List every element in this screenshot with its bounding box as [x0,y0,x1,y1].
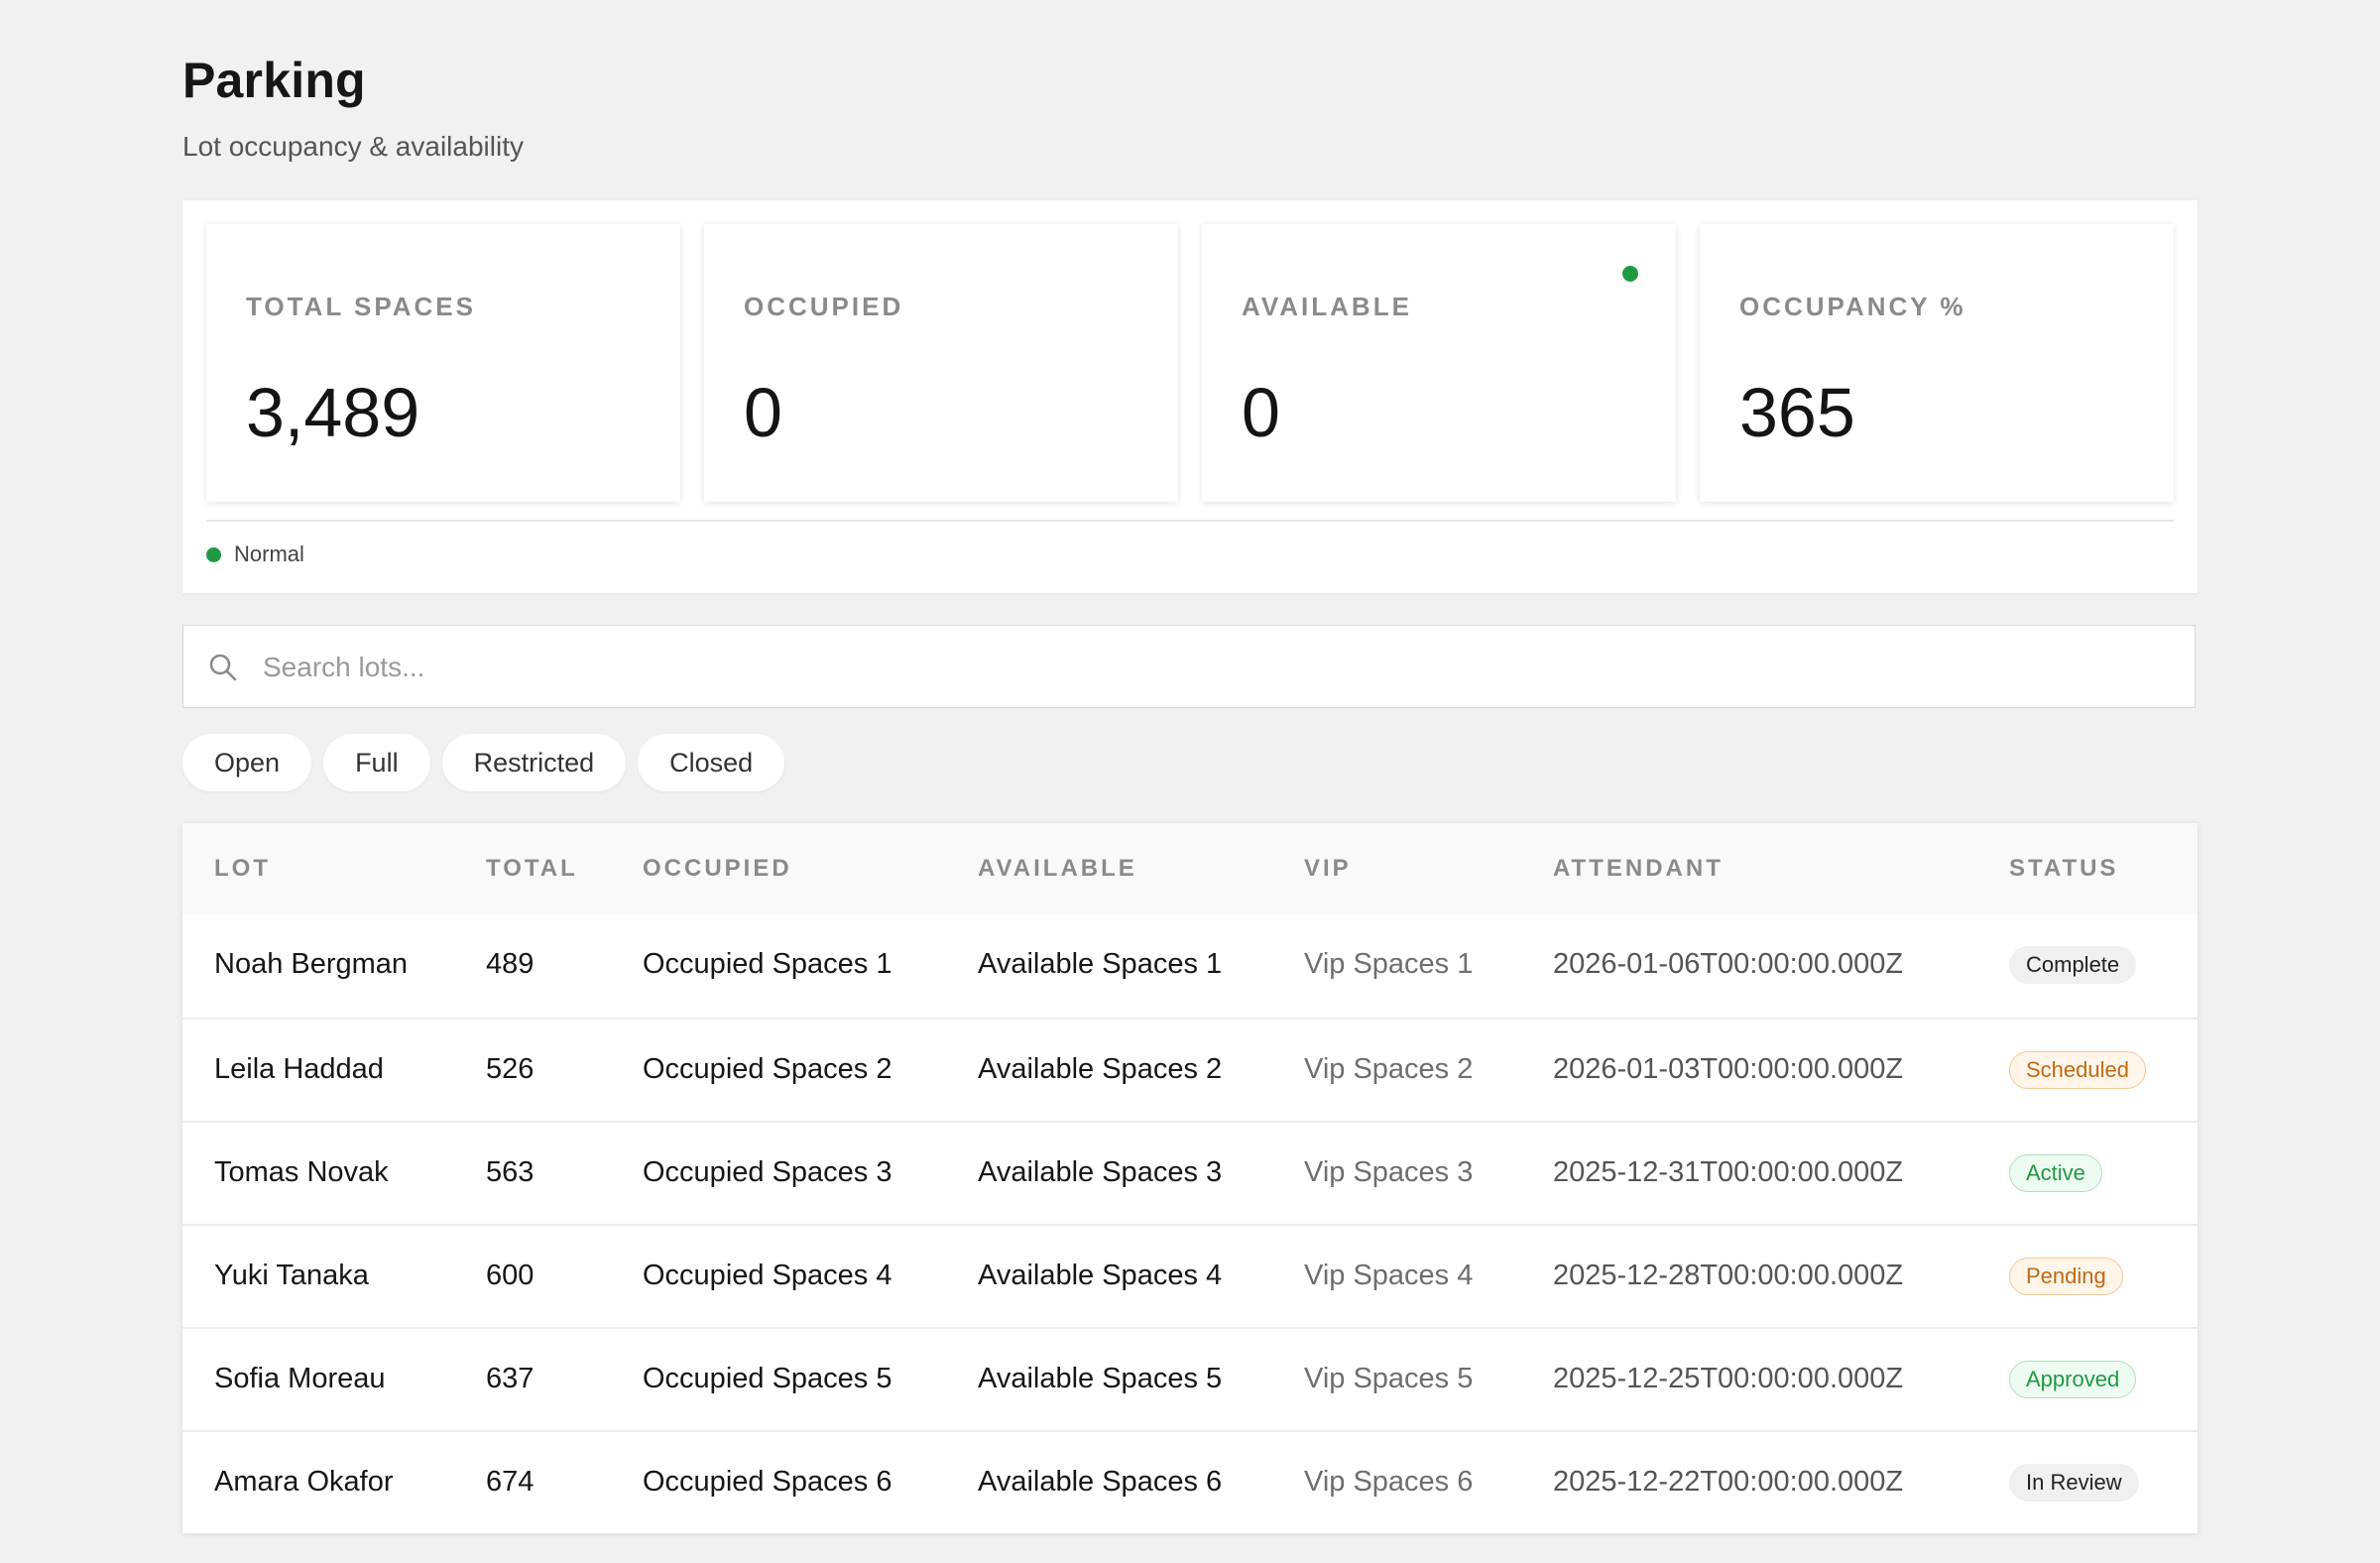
filter-chip-full[interactable]: Full [323,734,430,791]
status-badge: Approved [2009,1361,2137,1398]
cell-vip: Vip Spaces 2 [1304,1053,1474,1085]
column-header-available[interactable]: AVAILABLE [978,855,1137,883]
cell-available: Available Spaces 2 [978,1053,1223,1085]
cell-lot: Sofia Moreau [214,1363,386,1394]
status-badge: Pending [2009,1258,2123,1295]
cell-attendant: 2026-01-03T00:00:00.000Z [1553,1053,1904,1085]
stat-label: AVAILABLE [1242,292,1412,321]
search-icon [209,654,237,681]
lots-table: LOT TOTAL OCCUPIED AVAILABLE VIP ATTENDA… [182,823,2198,1533]
stat-card-occupancy-percent: OCCUPANCY % 365 [1700,224,2174,502]
cell-total: 563 [486,1156,535,1188]
status-badge: Active [2009,1154,2102,1192]
cell-vip: Vip Spaces 3 [1304,1156,1474,1188]
cell-occupied: Occupied Spaces 1 [643,948,892,980]
cell-total: 674 [486,1466,535,1498]
cell-available: Available Spaces 5 [978,1363,1223,1394]
stat-card-occupied: OCCUPIED 0 [704,224,1178,502]
status-dot-icon [1622,266,1638,282]
cell-attendant: 2025-12-31T00:00:00.000Z [1553,1156,1904,1188]
cell-available: Available Spaces 1 [978,948,1223,980]
column-header-status[interactable]: STATUS [2009,855,2118,883]
stat-value: 365 [1739,374,1855,451]
column-header-attendant[interactable]: ATTENDANT [1553,855,1724,883]
cell-occupied: Occupied Spaces 6 [643,1466,892,1498]
table-row[interactable]: Noah Bergman 489 Occupied Spaces 1 Availabl… [182,914,2198,1018]
status-dot-icon [206,546,221,562]
column-header-total[interactable]: TOTAL [486,855,578,883]
status-indicator: Normal [206,538,304,571]
cell-vip: Vip Spaces 5 [1304,1363,1474,1394]
filter-chips: Open Full Restricted Closed [182,734,785,791]
table-row[interactable]: Amara Okafor 674 Occupied Spaces 6 Availabl… [182,1430,2198,1535]
cell-lot: Noah Bergman [214,948,409,980]
cell-attendant: 2026-01-06T00:00:00.000Z [1553,948,1904,980]
stat-value: 0 [744,374,782,451]
cell-occupied: Occupied Spaces 5 [643,1363,892,1394]
cell-lot: Amara Okafor [214,1466,394,1498]
stat-value: 0 [1242,374,1280,451]
table-row[interactable]: Sofia Moreau 637 Occupied Spaces 5 Availabl… [182,1327,2198,1432]
column-header-lot[interactable]: LOT [214,855,271,883]
cell-lot: Leila Haddad [214,1053,384,1085]
filter-chip-closed[interactable]: Closed [638,734,785,791]
stat-label: TOTAL SPACES [246,292,476,321]
status-badge: Scheduled [2009,1051,2146,1089]
filter-chip-open[interactable]: Open [182,734,312,791]
stat-label: OCCUPANCY % [1739,292,1966,321]
table-row[interactable]: Tomas Novak 563 Occupied Spaces 3 Available… [182,1121,2198,1226]
column-header-occupied[interactable]: OCCUPIED [643,855,792,883]
stat-card-total-spaces: TOTAL SPACES 3,489 [206,224,680,502]
cell-attendant: 2025-12-22T00:00:00.000Z [1553,1466,1904,1498]
cell-lot: Yuki Tanaka [214,1260,369,1291]
cell-available: Available Spaces 6 [978,1466,1223,1498]
cell-vip: Vip Spaces 6 [1304,1466,1474,1498]
stat-card-available: AVAILABLE 0 [1202,224,1676,502]
cell-occupied: Occupied Spaces 2 [643,1053,892,1085]
table-header: LOT TOTAL OCCUPIED AVAILABLE VIP ATTENDA… [182,823,2198,914]
search-input[interactable] [261,626,2149,709]
cell-lot: Tomas Novak [214,1156,389,1188]
divider [206,520,2174,522]
status-badge: In Review [2009,1464,2139,1502]
search-box[interactable] [182,625,2196,709]
cell-attendant: 2025-12-25T00:00:00.000Z [1553,1363,1904,1394]
cell-vip: Vip Spaces 1 [1304,948,1474,980]
cell-total: 637 [486,1363,535,1394]
cell-total: 489 [486,948,535,980]
cell-attendant: 2025-12-28T00:00:00.000Z [1553,1260,1904,1291]
table-row[interactable]: Leila Haddad 526 Occupied Spaces 2 Availabl… [182,1018,2198,1123]
status-label: Normal [234,541,304,566]
stat-label: OCCUPIED [744,292,904,321]
stat-value: 3,489 [246,374,420,451]
status-badge: Complete [2009,946,2137,984]
page-subtitle: Lot occupancy & availability [182,131,524,162]
column-header-vip[interactable]: VIP [1304,855,1352,883]
page-title: Parking [182,53,366,108]
cell-occupied: Occupied Spaces 4 [643,1260,892,1291]
cell-occupied: Occupied Spaces 3 [643,1156,892,1188]
cell-available: Available Spaces 4 [978,1260,1223,1291]
table-row[interactable]: Yuki Tanaka 600 Occupied Spaces 4 Available… [182,1224,2198,1329]
filter-chip-restricted[interactable]: Restricted [441,734,627,791]
stats-panel: TOTAL SPACES 3,489 OCCUPIED 0 AVAILABLE … [182,200,2198,593]
cell-total: 600 [486,1260,535,1291]
cell-total: 526 [486,1053,535,1085]
cell-available: Available Spaces 3 [978,1156,1223,1188]
cell-vip: Vip Spaces 4 [1304,1260,1474,1291]
